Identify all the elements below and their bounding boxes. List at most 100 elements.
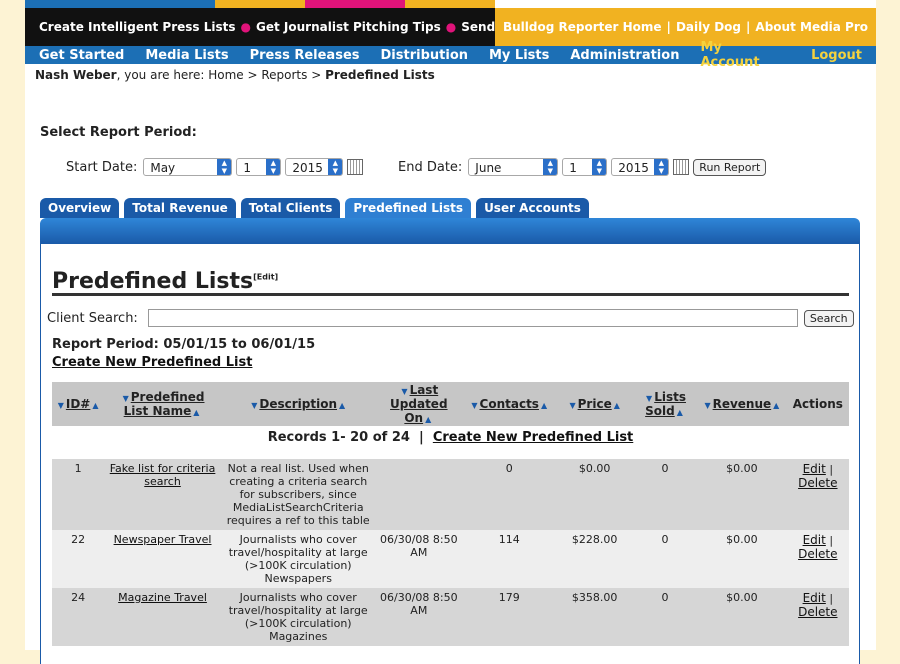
cell-actions: Edit | Delete <box>798 462 838 490</box>
search-button[interactable]: Search <box>803 309 854 327</box>
select-arrows-icon: ▲ ▼ <box>543 159 558 175</box>
delete-link[interactable]: Delete <box>798 476 837 490</box>
select-arrows-icon: ▲ ▼ <box>328 159 343 175</box>
records-count: Records 1- 20 of 24 <box>267 430 410 445</box>
nav-my-account[interactable]: My Account <box>700 40 783 70</box>
tab-user-accounts[interactable]: User Accounts <box>476 198 589 218</box>
run-report-button[interactable]: Run Report <box>693 158 767 176</box>
header-id[interactable]: ▼ ID# ▲ <box>52 382 104 426</box>
sort-desc-icon[interactable]: ▼ <box>123 394 129 403</box>
nav-media-lists[interactable]: Media Lists <box>145 48 228 63</box>
header-description[interactable]: ▼ Description ▲ <box>221 382 376 426</box>
edit-link[interactable]: Edit <box>803 533 826 547</box>
breadcrumb-path: , you are here: Home > Reports > <box>116 68 326 82</box>
cell-description: Journalists who cover travel/hospitality… <box>228 591 368 643</box>
sort-asc-icon[interactable]: ▲ <box>677 408 683 417</box>
list-name-link[interactable]: Magazine Travel <box>118 591 207 604</box>
report-tabs: Overview Total Revenue Total Clients Pre… <box>40 198 594 218</box>
end-year-select[interactable]: 2015 ▲ ▼ <box>611 158 670 176</box>
end-month-select[interactable]: June ▲ ▼ <box>468 158 559 176</box>
tab-total-clients[interactable]: Total Clients <box>240 198 341 218</box>
sort-desc-icon[interactable]: ▼ <box>471 401 477 410</box>
records-row: Records 1- 20 of 24 | Create New Predefi… <box>267 430 634 445</box>
start-day-select[interactable]: 1 ▲ ▼ <box>236 158 282 176</box>
edit-link[interactable]: Edit <box>803 462 826 476</box>
delete-link[interactable]: Delete <box>798 605 837 619</box>
nav-my-lists[interactable]: My Lists <box>489 48 549 63</box>
main-nav: Get Started Media Lists Press Releases D… <box>25 40 876 70</box>
edit-title-link[interactable]: [Edit] <box>253 273 278 282</box>
end-date-row: End Date: June ▲ ▼ 1 ▲ ▼ 2015 ▲ ▼ Run Report <box>398 157 767 177</box>
end-date-label: End Date: <box>398 159 463 175</box>
cell-updated: 06/30/08 8:50 AM <box>380 591 458 617</box>
sort-desc-icon[interactable]: ▼ <box>569 401 575 410</box>
cell-updated: 06/30/08 8:50 AM <box>380 533 458 559</box>
sort-asc-icon[interactable]: ▲ <box>425 415 431 424</box>
cell-contacts: 114 <box>498 533 520 546</box>
header-updated[interactable]: ▼ Last Updated On ▲ <box>376 382 462 426</box>
client-search-row: Client Search: Search <box>47 309 854 327</box>
page-frame: Create Intelligent Press Lists ● Get Jou… <box>25 0 876 664</box>
cell-actions: Edit | Delete <box>798 533 838 561</box>
nav-logout[interactable]: Logout <box>811 48 862 63</box>
sort-desc-icon[interactable]: ▼ <box>704 401 710 410</box>
client-search-input[interactable] <box>147 309 798 327</box>
nav-press-releases[interactable]: Press Releases <box>250 48 360 63</box>
cell-id: 1 <box>74 462 82 475</box>
cell-description: Journalists who cover travel/hospitality… <box>228 533 368 585</box>
header-lists-sold[interactable]: ▼ Lists Sold ▲ <box>633 382 697 426</box>
calendar-icon[interactable] <box>673 159 690 175</box>
cell-description: Not a real list. Used when creating a cr… <box>226 462 370 527</box>
tab-total-revenue[interactable]: Total Revenue <box>124 198 236 218</box>
calendar-icon[interactable] <box>347 159 364 175</box>
cell-sold: 0 <box>661 591 669 604</box>
create-new-list-link[interactable]: Create New Predefined List <box>433 430 633 445</box>
header-name[interactable]: ▼ Predefined List Name ▲ <box>104 382 221 426</box>
header-contacts[interactable]: ▼ Contacts ▲ <box>462 382 556 426</box>
header-revenue[interactable]: ▼ Revenue ▲ <box>697 382 786 426</box>
promo-link-pitching-tips[interactable]: Get Journalist Pitching Tips <box>256 20 441 34</box>
start-date-label: Start Date: <box>66 159 138 175</box>
start-year-select[interactable]: 2015 ▲ ▼ <box>285 158 344 176</box>
start-month-select[interactable]: May ▲ ▼ <box>143 158 233 176</box>
sort-asc-icon[interactable]: ▲ <box>92 401 98 410</box>
sort-asc-icon[interactable]: ▲ <box>193 408 199 417</box>
start-date-row: Start Date: May ▲ ▼ 1 ▲ ▼ 2015 ▲ ▼ <box>66 157 367 177</box>
link-bulldog-home[interactable]: Bulldog Reporter Home <box>503 20 662 34</box>
create-new-list-link[interactable]: Create New Predefined List <box>52 355 252 370</box>
sort-desc-icon[interactable]: ▼ <box>58 401 64 410</box>
tab-predefined-lists[interactable]: Predefined Lists <box>345 198 472 218</box>
list-name-link[interactable]: Fake list for criteria search <box>110 462 216 488</box>
header-price[interactable]: ▼ Price ▲ <box>556 382 632 426</box>
cell-revenue: $0.00 <box>726 462 758 475</box>
delete-link[interactable]: Delete <box>798 547 837 561</box>
sort-asc-icon[interactable]: ▲ <box>614 401 620 410</box>
cell-price: $358.00 <box>571 591 618 604</box>
breadcrumb-current: Predefined Lists <box>325 68 435 82</box>
cell-revenue: $0.00 <box>726 591 758 604</box>
promo-link-press-lists[interactable]: Create Intelligent Press Lists <box>39 20 236 34</box>
table-row: 1 Fake list for criteria search Not a re… <box>52 459 849 530</box>
link-daily-dog[interactable]: Daily Dog <box>676 20 741 34</box>
sort-desc-icon[interactable]: ▼ <box>401 387 407 396</box>
sort-desc-icon[interactable]: ▼ <box>646 394 652 403</box>
promo-links: Create Intelligent Press Lists ● Get Jou… <box>25 8 560 46</box>
cell-price: $228.00 <box>571 533 618 546</box>
user-name: Nash Weber <box>35 68 117 82</box>
page-title: Predefined Lists[Edit] <box>52 269 279 294</box>
cell-contacts: 179 <box>498 591 520 604</box>
sort-asc-icon[interactable]: ▲ <box>339 401 345 410</box>
edit-link[interactable]: Edit <box>803 591 826 605</box>
end-day-select[interactable]: 1 ▲ ▼ <box>562 158 608 176</box>
sort-asc-icon[interactable]: ▲ <box>541 401 547 410</box>
select-arrows-icon: ▲ ▼ <box>217 159 232 175</box>
nav-get-started[interactable]: Get Started <box>39 48 124 63</box>
nav-administration[interactable]: Administration <box>570 48 679 63</box>
tab-overview[interactable]: Overview <box>40 198 120 218</box>
sort-desc-icon[interactable]: ▼ <box>251 401 257 410</box>
list-name-link[interactable]: Newspaper Travel <box>114 533 212 546</box>
sort-asc-icon[interactable]: ▲ <box>773 401 779 410</box>
cell-contacts: 0 <box>505 462 513 475</box>
nav-distribution[interactable]: Distribution <box>381 48 468 63</box>
link-about-media-pro[interactable]: About Media Pro <box>755 20 868 34</box>
